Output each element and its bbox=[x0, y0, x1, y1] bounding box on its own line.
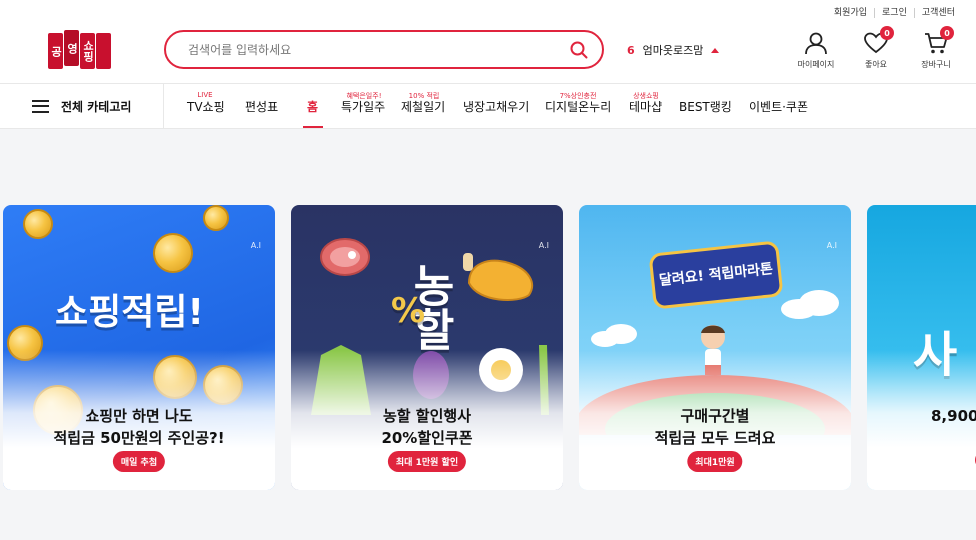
nav-item-label: 냉장고채우기 bbox=[463, 99, 530, 114]
cart-count-badge: 0 bbox=[940, 26, 954, 40]
nav-item-label: TV쇼핑 bbox=[187, 99, 225, 114]
wishlist-button[interactable]: 0 좋아요 bbox=[856, 26, 896, 70]
ai-label: A.I bbox=[250, 241, 261, 250]
cloud-icon bbox=[591, 324, 637, 347]
promo-caption-line1: 농할 할인행사 bbox=[382, 407, 472, 425]
logo-char: 공 bbox=[48, 33, 63, 69]
promo-art-text: 달려요! 적립마라톤 bbox=[658, 261, 774, 289]
promo-caption: 농할 할인행사 20%할인쿠폰 bbox=[291, 405, 563, 449]
cart-button[interactable]: 0 장바구니 bbox=[916, 26, 956, 70]
main-content: 쇼핑적립! A.I 쇼핑만 하면 나도 적립금 50만원의 주인공?! 매일 추… bbox=[0, 129, 976, 540]
trending-rank-number: 6 bbox=[627, 43, 635, 57]
promo-caption-line1: 구매구간별 bbox=[680, 407, 750, 425]
promo-art-text: 쇼핑적립! bbox=[55, 292, 204, 333]
all-categories-button[interactable]: 전체 카테고리 bbox=[32, 84, 164, 128]
header-icons: 마이페이지 0 좋아요 0 장바구니 bbox=[796, 26, 956, 70]
promo-pill: 최대 1만원 할인 bbox=[387, 451, 467, 472]
nav-item-label: 편성표 bbox=[245, 99, 279, 114]
promo-card-farm-discount[interactable]: 농할 % A.I 농할 할인행사 20%할인쿠폰 최대 1만원 할인 bbox=[291, 205, 563, 490]
wishlist-label: 좋아요 bbox=[864, 60, 888, 69]
nav-item-label: 이벤트·쿠폰 bbox=[749, 99, 809, 114]
chicken-icon bbox=[463, 253, 534, 301]
main-nav: 전체 카테고리 LIVE TV쇼핑 편성표 홈 혜택은일주! 특가일주 10% 적립… bbox=[0, 84, 976, 129]
caret-up-icon bbox=[711, 47, 720, 53]
search-icon[interactable] bbox=[570, 41, 588, 59]
nav-menu: LIVE TV쇼핑 편성표 홈 혜택은일주! 특가일주 10% 적립 제철일기 냉장고… bbox=[187, 84, 809, 128]
promo-caption-line1: 쇼핑만 하면 나도 bbox=[85, 407, 193, 425]
trending-keyword[interactable]: 6 엄마옷로즈맘 bbox=[627, 42, 720, 58]
signup-link[interactable]: 회원가입 bbox=[827, 8, 874, 18]
cart-label: 장바구니 bbox=[921, 60, 951, 69]
ai-label: A.I bbox=[826, 241, 837, 250]
promo-card-shopping-reward[interactable]: 쇼핑적립! A.I 쇼핑만 하면 나도 적립금 50만원의 주인공?! 매일 추… bbox=[3, 205, 275, 490]
mypage-button[interactable]: 마이페이지 bbox=[796, 30, 836, 70]
nav-item-badge: LIVE bbox=[197, 91, 213, 99]
promo-pill: 매일 추첨 bbox=[112, 451, 166, 472]
promo-carousel: 쇼핑적립! A.I 쇼핑만 하면 나도 적립금 50만원의 주인공?! 매일 추… bbox=[3, 205, 976, 490]
nav-item-badge: 상생쇼핑 bbox=[633, 92, 659, 100]
search-box bbox=[164, 30, 604, 69]
nav-item-special-week[interactable]: 혜택은일주! 특가일주 bbox=[341, 84, 387, 128]
nav-item-badge: 7%상인충전 bbox=[559, 92, 597, 100]
nav-item-best-ranking[interactable]: BEST랭킹 bbox=[679, 84, 733, 128]
nav-item-home[interactable]: 홈 bbox=[303, 84, 323, 128]
coin-image bbox=[23, 209, 53, 239]
promo-caption-line2: 8,900 bbox=[931, 407, 976, 425]
meat-icon bbox=[320, 238, 370, 276]
login-link[interactable]: 로그인 bbox=[874, 8, 914, 18]
trending-keyword-text: 엄마옷로즈맘 bbox=[642, 44, 704, 57]
promo-caption-line2: 20%할인쿠폰 bbox=[381, 429, 473, 447]
ai-label: A.I bbox=[538, 241, 549, 250]
nav-item-seasonal-diary[interactable]: 10% 적립 제철일기 bbox=[401, 84, 447, 128]
header: 회원가입 로그인 고객센터 공 영 쇼핑 6 엄마옷로즈맘 마이페이지 0 좋아… bbox=[0, 0, 976, 84]
marathon-title-banner: 달려요! 적립마라톤 bbox=[648, 240, 784, 310]
nav-item-badge: 혜택은일주! bbox=[346, 92, 382, 100]
nav-item-label: BEST랭킹 bbox=[679, 99, 732, 114]
search-input[interactable] bbox=[188, 42, 570, 57]
nav-item-digital-onnuri[interactable]: 7%상인충전 디지털온누리 bbox=[545, 84, 611, 128]
promo-caption-line2: 적립금 50만원의 주인공?! bbox=[53, 429, 225, 447]
wishlist-count-badge: 0 bbox=[880, 26, 894, 40]
percent-sign: % bbox=[391, 291, 426, 331]
logo-char bbox=[96, 33, 111, 69]
nav-item-theme-shop[interactable]: 상생쇼핑 테마샵 bbox=[629, 84, 663, 128]
promo-caption: 8,900 bbox=[931, 405, 976, 427]
nav-item-badge: 10% 적립 bbox=[408, 92, 440, 100]
person-icon bbox=[805, 32, 827, 55]
logo-char: 쇼핑 bbox=[80, 33, 95, 69]
promo-card-partial[interactable]: 사 8,900 bbox=[867, 205, 976, 490]
site-logo[interactable]: 공 영 쇼핑 bbox=[48, 30, 112, 69]
customer-center-link[interactable]: 고객센터 bbox=[913, 8, 962, 18]
hamburger-icon bbox=[32, 99, 49, 113]
nav-item-schedule[interactable]: 편성표 bbox=[245, 84, 281, 128]
nav-item-tv-shopping[interactable]: LIVE TV쇼핑 bbox=[187, 84, 225, 128]
coin-image bbox=[153, 233, 193, 273]
promo-pill: 최대1만원 bbox=[687, 451, 743, 472]
logo-char: 영 bbox=[64, 30, 79, 66]
promo-caption: 쇼핑만 하면 나도 적립금 50만원의 주인공?! bbox=[3, 405, 275, 449]
promo-caption: 구매구간별 적립금 모두 드려요 bbox=[579, 405, 851, 449]
cloud-icon bbox=[781, 290, 839, 319]
promo-caption-line2: 적립금 모두 드려요 bbox=[654, 429, 776, 447]
promo-card-reward-marathon[interactable]: 달려요! 적립마라톤 A.I 구매구간별 적립금 모두 드려요 최대1만원 bbox=[579, 205, 851, 490]
mypage-label: 마이페이지 bbox=[797, 60, 835, 69]
utility-links: 회원가입 로그인 고객센터 bbox=[827, 8, 962, 18]
all-categories-label: 전체 카테고리 bbox=[61, 99, 132, 114]
nav-item-fill-fridge[interactable]: 냉장고채우기 bbox=[463, 84, 529, 128]
coin-image bbox=[203, 205, 229, 231]
nav-item-events-coupons[interactable]: 이벤트·쿠폰 bbox=[749, 84, 809, 128]
nav-item-label: 홈 bbox=[307, 99, 319, 114]
